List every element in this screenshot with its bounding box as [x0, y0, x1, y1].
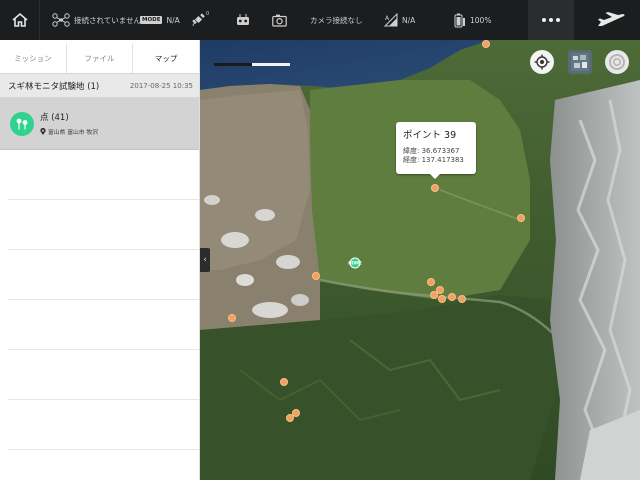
tooltip-title: ポイント 39: [403, 130, 457, 141]
svg-text:A: A: [385, 15, 390, 22]
waypoint-marker[interactable]: [228, 314, 236, 322]
list-item: [8, 150, 199, 200]
battery-value: 100%: [470, 15, 492, 25]
point-group-location: 富山県 富山市 牧沢: [40, 127, 98, 136]
camera-settings[interactable]: [272, 0, 287, 40]
camera-status-text: カメラ接続なし: [310, 15, 363, 25]
mode-badge: MODE: [140, 16, 163, 24]
waypoint-marker[interactable]: [286, 414, 294, 422]
more-menu-button[interactable]: [528, 0, 574, 40]
signal-value: N/A: [402, 15, 416, 25]
mission-title: スギ林モニタ試験地 (1): [8, 81, 100, 92]
home-button[interactable]: [0, 0, 40, 40]
waypoint-marker[interactable]: [482, 40, 490, 48]
location-text: 富山県 富山市 牧沢: [48, 130, 99, 136]
list-item: [8, 400, 199, 450]
flight-mode-value: N/A: [166, 15, 180, 25]
waypoint-marker[interactable]: [431, 184, 439, 192]
mission-header[interactable]: スギ林モニタ試験地 (1) 2017-08-25 10:35: [0, 74, 199, 98]
satellite-icon: [192, 13, 205, 27]
tab-mission[interactable]: ミッション: [0, 44, 67, 73]
panel-collapse-button[interactable]: ‹: [200, 248, 210, 272]
point-group-item[interactable]: 点 (41) 富山県 富山市 牧沢: [0, 98, 199, 150]
satellite-map[interactable]: HOME ポイント 39 緯度: 36.673367 経度: 137.41738…: [200, 40, 640, 480]
list-item: [8, 250, 199, 300]
location-pin-icon: [40, 128, 46, 135]
battery-icon: [454, 13, 465, 27]
signal-status[interactable]: A N/A: [384, 0, 415, 40]
camera-status: カメラ接続なし: [306, 0, 363, 40]
remote-controller-icon: [237, 14, 249, 25]
takeoff-button[interactable]: [586, 0, 636, 40]
drone-icon: [52, 13, 70, 27]
remote-controller-status[interactable]: [236, 0, 250, 40]
aircraft-connection-status[interactable]: 接続されていません: [52, 0, 141, 40]
mission-date: 2017-08-25 10:35: [129, 81, 193, 90]
panel-tabs: ミッション ファイル マップ: [0, 40, 199, 74]
side-panel: ミッション ファイル マップ スギ林モニタ試験地 (1) 2017-08-25 …: [0, 40, 200, 480]
camera-icon: [272, 14, 287, 27]
crosshair-icon: [534, 54, 550, 70]
waypoint-tooltip: ポイント 39 緯度: 36.673367 経度: 137.417383: [396, 122, 476, 179]
list-item: [8, 300, 199, 350]
waypoint-marker[interactable]: [430, 291, 438, 299]
list-item: [8, 350, 199, 400]
flight-mode-status[interactable]: MODE N/A: [140, 0, 180, 40]
home-icon: [11, 12, 28, 27]
waypoint-marker[interactable]: [427, 278, 435, 286]
more-dot-icon: [556, 18, 560, 22]
home-point-marker[interactable]: HOME: [348, 257, 362, 269]
gps-status[interactable]: 0: [192, 0, 210, 40]
tooltip-longitude: 経度: 137.417383: [403, 156, 464, 164]
chevron-left-icon: ‹: [203, 255, 207, 265]
map-terrain: [200, 40, 640, 480]
satellite-count: 0: [206, 11, 210, 17]
waypoints-icon: [10, 111, 34, 136]
waypoint-marker[interactable]: [458, 295, 466, 303]
tab-map[interactable]: マップ: [133, 44, 199, 73]
battery-status[interactable]: 100%: [454, 0, 491, 40]
compass-button[interactable]: [605, 50, 629, 74]
status-bar: 接続されていません MODE N/A 0 カメラ接続なし A N/A 100%: [0, 0, 640, 40]
locate-button[interactable]: [530, 50, 554, 74]
waypoint-marker[interactable]: [312, 272, 320, 280]
airplane-icon: [598, 12, 625, 26]
compass-icon: [609, 53, 625, 70]
signal-icon: A: [384, 13, 398, 27]
map-layer-button[interactable]: [568, 50, 592, 74]
waypoint-marker[interactable]: [280, 378, 288, 386]
more-dot-icon: [549, 18, 553, 22]
list-item: [8, 450, 199, 480]
waypoint-marker[interactable]: [448, 293, 456, 301]
more-dot-icon: [542, 18, 546, 22]
tab-file[interactable]: ファイル: [67, 44, 134, 73]
point-group-name: 点 (41): [40, 113, 69, 123]
map-scale-bar: [214, 63, 290, 66]
waypoint-marker[interactable]: [438, 295, 446, 303]
tooltip-latitude: 緯度: 36.673367: [403, 147, 460, 155]
list-item: [8, 200, 199, 250]
waypoint-marker[interactable]: [517, 214, 525, 222]
connection-status-text: 接続されていません: [74, 15, 142, 25]
satellite-layer-icon: [571, 53, 589, 71]
